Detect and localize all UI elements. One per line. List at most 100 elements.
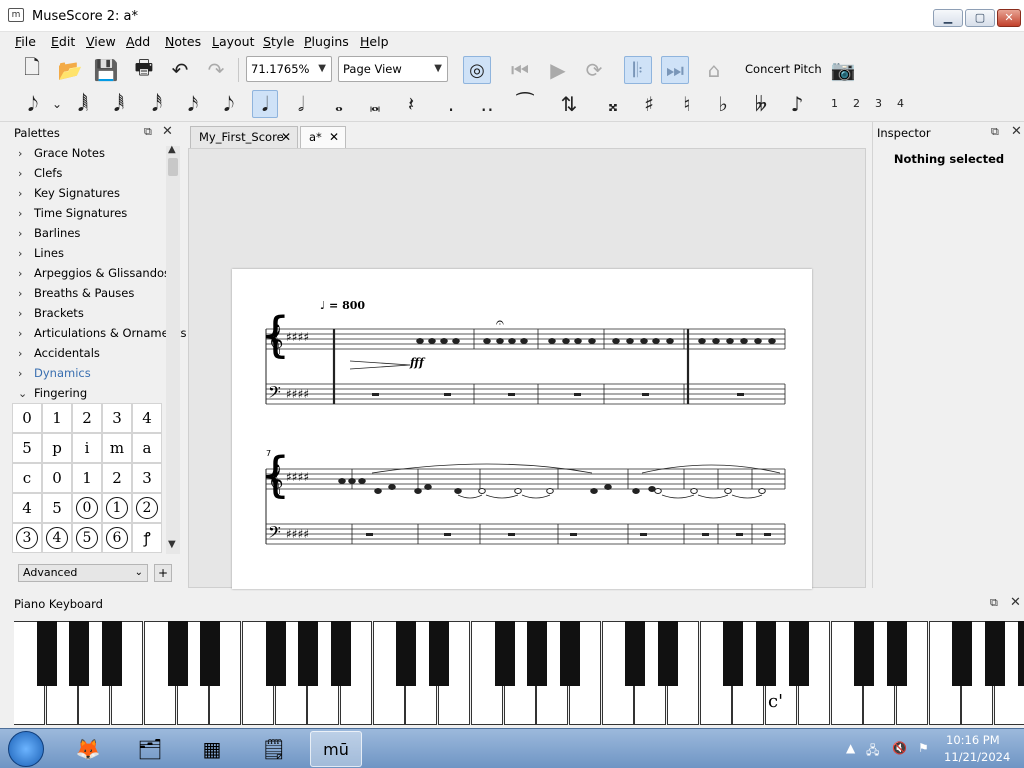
fingering-cell[interactable]: 5 xyxy=(42,493,72,523)
flag-icon[interactable]: ⚑ xyxy=(918,741,929,755)
palettes-scrollbar[interactable] xyxy=(166,146,180,554)
duration-quarter-icon[interactable]: 𝅘𝅥 xyxy=(252,90,278,118)
undock-icon[interactable]: ⧉ xyxy=(991,125,999,139)
menu-plugins[interactable]: Plugins xyxy=(304,34,349,49)
fingering-cell[interactable]: 5 xyxy=(12,433,42,463)
fingering-cell[interactable]: 0 xyxy=(42,463,72,493)
clock-date[interactable]: 11/21/2024 xyxy=(944,750,1010,764)
scroll-up-icon[interactable]: ▲ xyxy=(168,144,176,155)
piano-black-key[interactable] xyxy=(331,621,351,686)
tie-icon[interactable]: ⁀ xyxy=(512,90,538,118)
fingering-cell[interactable]: 4 xyxy=(42,523,72,553)
piano-black-key[interactable] xyxy=(102,621,123,686)
volume-muted-icon[interactable]: 🔇 xyxy=(892,741,907,755)
undo-icon[interactable]: ↶ xyxy=(166,56,194,84)
score-view[interactable]: ♩ = 800 fff 7 {𝄞 𝄢 ♯♯♯♯ ♯♯♯♯{𝄞 𝄢 ♯♯♯♯ ♯♯♯♯ 𝄐 xyxy=(188,148,866,589)
duration-eighth-icon[interactable]: 𝅘𝅥𝅮 xyxy=(216,90,242,118)
palette-lines[interactable]: › Lines xyxy=(18,246,64,260)
fingering-cell[interactable]: 5 xyxy=(72,523,102,553)
loop-icon[interactable]: ⟳ xyxy=(580,56,608,84)
new-score-icon[interactable]: 🗋 xyxy=(18,55,46,84)
sticky-notes-icon[interactable]: 🗒 xyxy=(248,731,300,767)
print-icon[interactable]: 🖶 xyxy=(130,55,158,84)
palette-breaths-pauses[interactable]: › Breaths & Pauses xyxy=(18,286,134,300)
fingering-cell[interactable]: 3 xyxy=(12,523,42,553)
palette-fingering[interactable]: ⌄ Fingering xyxy=(18,386,87,400)
note-input-mode-icon[interactable]: ◎ xyxy=(463,56,491,84)
redo-icon[interactable]: ↷ xyxy=(202,56,230,84)
fingering-cell[interactable]: p xyxy=(42,433,72,463)
piano-black-key[interactable] xyxy=(625,621,646,686)
undock-icon[interactable]: ⧉ xyxy=(144,125,152,139)
minimize-button[interactable]: ▁ xyxy=(933,9,963,27)
rest-icon[interactable]: 𝄽 xyxy=(398,90,424,118)
voice-2-button[interactable]: 2 xyxy=(853,97,860,110)
fingering-cell[interactable]: 3 xyxy=(102,403,132,433)
piano-black-key[interactable] xyxy=(527,621,548,686)
piano-black-key[interactable] xyxy=(1017,621,1024,686)
piano-black-key[interactable] xyxy=(985,621,1005,686)
flat-icon[interactable]: ♭ xyxy=(710,90,736,118)
close-icon[interactable]: ✕ xyxy=(162,124,173,139)
duration-32nd-icon[interactable]: 𝅘𝅥𝅰 xyxy=(144,90,170,118)
piano-black-key[interactable] xyxy=(886,621,907,686)
voice-4-button[interactable]: 4 xyxy=(897,97,904,110)
duration-half-icon[interactable]: 𝅗𝅥 xyxy=(288,90,314,118)
piano-black-key[interactable] xyxy=(167,621,188,686)
piano-black-key[interactable] xyxy=(952,621,973,686)
piano-black-key[interactable] xyxy=(756,621,777,686)
concert-pitch-button[interactable]: Concert Pitch xyxy=(745,62,822,76)
fingering-cell[interactable]: 4 xyxy=(132,403,162,433)
piano-black-key[interactable] xyxy=(559,621,580,686)
double-flat-icon[interactable]: 𝄫 xyxy=(748,90,774,118)
duration-16th-icon[interactable]: 𝅘𝅥𝅯 xyxy=(180,90,206,118)
fingering-cell[interactable]: 2 xyxy=(102,463,132,493)
piano-black-key[interactable] xyxy=(429,621,450,686)
fingering-cell[interactable]: 1 xyxy=(42,403,72,433)
palette-arpeggios[interactable]: › Arpeggios & Glissandos xyxy=(18,266,170,280)
close-button[interactable]: ✕ xyxy=(997,9,1021,27)
image-capture-icon[interactable]: 📷 xyxy=(829,56,857,84)
duration-64th-icon[interactable]: 𝅘𝅥𝅱 xyxy=(106,90,132,118)
show-hidden-icons-icon[interactable]: ▲ xyxy=(846,741,855,755)
fingering-cell[interactable]: 0 xyxy=(12,403,42,433)
palette-dynamics[interactable]: › Dynamics xyxy=(18,366,91,380)
save-icon[interactable]: 💾 xyxy=(92,56,120,84)
close-icon[interactable]: ✕ xyxy=(1011,124,1022,139)
fingering-cell[interactable]: i xyxy=(72,433,102,463)
maximize-button[interactable]: ▢ xyxy=(965,9,995,27)
palette-articulations[interactable]: › Articulations & Ornaments xyxy=(18,326,186,340)
note-input-dropdown-icon[interactable]: ⌄ xyxy=(44,90,70,118)
close-icon[interactable]: ✕ xyxy=(1010,595,1021,610)
piano-keyboard[interactable]: c' xyxy=(14,621,1024,726)
fingering-cell[interactable]: c xyxy=(12,463,42,493)
play-repeats-icon[interactable]: 𝄆 xyxy=(624,56,652,84)
piano-black-key[interactable] xyxy=(723,621,744,686)
flip-direction-icon[interactable]: ⇅ xyxy=(556,90,582,118)
augmentation-dot-icon[interactable]: . xyxy=(438,90,464,118)
note-input-icon[interactable]: 𝅘𝅥𝅮 xyxy=(20,90,46,118)
menu-file[interactable]: File xyxy=(15,34,36,49)
piano-black-key[interactable] xyxy=(658,621,678,686)
view-mode-combo[interactable]: Page View ▼ xyxy=(338,56,448,82)
palette-accidentals[interactable]: › Accidentals xyxy=(18,346,100,360)
piano-black-key[interactable] xyxy=(396,621,417,686)
close-tab-icon[interactable]: ✕ xyxy=(281,127,291,147)
duration-128th-icon[interactable]: 𝅘𝅥𝅲 xyxy=(70,90,96,118)
metronome-icon[interactable]: ⌂ xyxy=(700,56,728,84)
piano-black-key[interactable] xyxy=(298,621,319,686)
voice-1-button[interactable]: 1 xyxy=(831,97,838,110)
piano-black-key[interactable] xyxy=(265,621,286,686)
palette-key-signatures[interactable]: › Key Signatures xyxy=(18,186,120,200)
menu-help[interactable]: Help xyxy=(360,34,389,49)
piano-black-key[interactable] xyxy=(200,621,221,686)
network-icon[interactable]: 🖧 xyxy=(866,741,879,762)
duration-whole-icon[interactable]: 𝅝 xyxy=(326,90,352,118)
fingering-cell[interactable]: 2 xyxy=(132,493,162,523)
double-sharp-icon[interactable]: 𝄪 xyxy=(600,90,626,118)
double-dot-icon[interactable]: ‥ xyxy=(474,90,500,118)
voice-toggle-icon[interactable]: ♪ xyxy=(784,90,810,118)
piano-black-key[interactable] xyxy=(788,621,809,686)
pan-score-icon[interactable]: ⏭ xyxy=(661,56,689,84)
zoom-combo[interactable]: 71.1765% ▼ xyxy=(246,56,332,82)
